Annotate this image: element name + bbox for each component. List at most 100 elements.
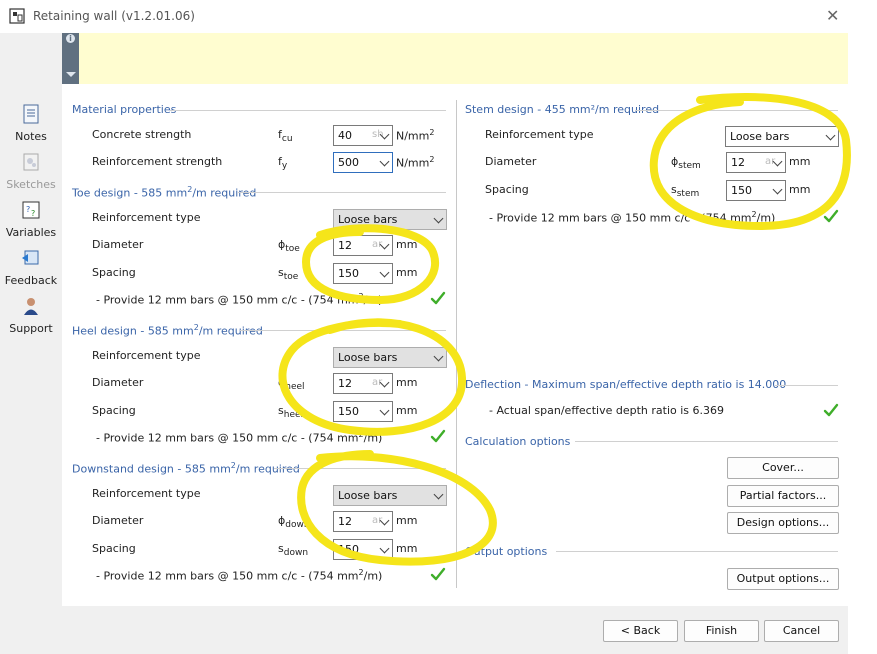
sidebar-item-support[interactable]: Support — [0, 295, 62, 335]
chevron-down-icon — [379, 543, 390, 554]
concrete-strength-select[interactable]: 40 sh — [333, 125, 393, 146]
downstand-spacing-symbol: sdown — [278, 542, 309, 559]
stem-spacing-select[interactable]: 150 — [726, 180, 786, 201]
toe-diameter-value: 12 — [338, 239, 352, 252]
heel-result-message: - Provide 12 mm bars @ 150 mm c/c - (754… — [96, 430, 383, 445]
variables-icon: ? ? — [22, 201, 40, 219]
stem-diameter-unit: mm — [789, 155, 811, 168]
close-button[interactable]: ✕ — [826, 6, 839, 25]
svg-text:?: ? — [31, 209, 35, 218]
cover-button[interactable]: Cover... — [727, 457, 839, 479]
heel-diameter-label: Diameter — [92, 376, 144, 389]
downstand-diameter-symbol: ϕdown — [278, 514, 310, 531]
toe-diameter-select[interactable]: 12 ar — [333, 235, 393, 256]
check-icon — [823, 403, 839, 417]
heel-type-value: Loose bars — [338, 351, 398, 364]
downstand-result-message: - Provide 12 mm bars @ 150 mm c/c - (754… — [96, 568, 383, 583]
cancel-button[interactable]: Cancel — [764, 620, 839, 642]
toe-spacing-unit: mm — [396, 266, 418, 279]
heel-spacing-label: Spacing — [92, 404, 136, 417]
heel-spacing-symbol: sheel — [278, 404, 304, 421]
downstand-type-select[interactable]: Loose bars — [333, 485, 447, 506]
toe-diameter-symbol: ϕtoe — [278, 238, 300, 255]
stem-spacing-value: 150 — [731, 184, 752, 197]
reinforcement-strength-select[interactable]: 500 — [333, 152, 393, 173]
app-icon — [9, 8, 25, 24]
sidebar: Notes Sketches ? ? Variables Feedback Su… — [0, 33, 62, 606]
sidebar-item-sketches: Sketches — [0, 151, 62, 191]
downstand-diameter-select[interactable]: 12 ar — [333, 511, 393, 532]
support-icon — [24, 298, 38, 315]
partial-factors-button[interactable]: Partial factors... — [727, 485, 839, 507]
design-options-button[interactable]: Design options... — [727, 512, 839, 534]
sidebar-item-label: Notes — [15, 130, 47, 143]
check-icon — [430, 567, 446, 581]
deflection-section-title: Deflection - Maximum span/effective dept… — [465, 378, 787, 391]
sidebar-item-label: Variables — [5, 226, 57, 239]
toe-type-value: Loose bars — [338, 213, 398, 226]
chevron-down-icon — [433, 489, 444, 500]
heel-diameter-unit: mm — [396, 376, 418, 389]
svg-text:?: ? — [26, 205, 30, 214]
downstand-section-title: Downstand design - 585 mm2/m required — [72, 461, 300, 476]
calculation-section-title: Calculation options — [465, 435, 571, 448]
section-divider — [635, 110, 838, 111]
finish-button[interactable]: Finish — [684, 620, 759, 642]
toe-spacing-select[interactable]: 150 — [333, 263, 393, 284]
chevron-down-icon — [772, 184, 783, 195]
output-section-title: Output options — [465, 545, 548, 558]
downstand-spacing-label: Spacing — [92, 542, 136, 555]
toe-type-select[interactable]: Loose bars — [333, 209, 447, 230]
sidebar-item-label: Support — [9, 322, 53, 335]
downstand-spacing-value: 150 — [338, 543, 359, 556]
heel-diameter-select[interactable]: 12 ar — [333, 373, 393, 394]
sidebar-item-feedback[interactable]: Feedback — [0, 247, 62, 287]
downstand-spacing-unit: mm — [396, 542, 418, 555]
reinforcement-unit: N/mm2 — [396, 155, 435, 170]
reinforcement-symbol: fy — [278, 155, 288, 172]
downstand-spacing-select[interactable]: 150 — [333, 539, 393, 560]
check-icon — [430, 291, 446, 305]
concrete-symbol: fcu — [278, 128, 293, 145]
chevron-down-icon — [433, 213, 444, 224]
column-divider — [456, 100, 457, 588]
output-options-button[interactable]: Output options... — [727, 568, 839, 590]
material-section-title: Material properties — [72, 103, 177, 116]
section-divider — [556, 551, 838, 552]
downstand-diameter-value: 12 — [338, 515, 352, 528]
sidebar-item-label: Sketches — [6, 178, 56, 191]
section-divider — [274, 468, 446, 469]
check-icon — [430, 429, 446, 443]
concrete-strength-label: Concrete strength — [92, 128, 192, 141]
collapse-arrow-icon[interactable] — [66, 72, 76, 77]
toe-spacing-label: Spacing — [92, 266, 136, 279]
info-panel — [79, 33, 848, 84]
deflection-result-message: - Actual span/effective depth ratio is 6… — [489, 404, 725, 417]
stem-spacing-label: Spacing — [485, 183, 529, 196]
heel-diameter-value: 12 — [338, 377, 352, 390]
stem-type-label: Reinforcement type — [485, 128, 594, 141]
downstand-type-value: Loose bars — [338, 489, 398, 502]
reinforcement-strength-label: Reinforcement strength — [92, 155, 223, 168]
chevron-down-icon — [379, 405, 390, 416]
downstand-diameter-label: Diameter — [92, 514, 144, 527]
heel-type-label: Reinforcement type — [92, 349, 201, 362]
toe-type-label: Reinforcement type — [92, 211, 201, 224]
sidebar-item-variables[interactable]: ? ? Variables — [0, 199, 62, 239]
section-divider — [238, 192, 446, 193]
stem-section-title: Stem design - 455 mm²/m required — [465, 103, 660, 116]
stem-diameter-select[interactable]: 12 ar — [726, 152, 786, 173]
toe-spacing-symbol: stoe — [278, 266, 299, 283]
chevron-down-icon — [379, 156, 390, 167]
section-divider — [775, 385, 838, 386]
heel-type-select[interactable]: Loose bars — [333, 347, 447, 368]
info-icon: i — [66, 34, 75, 43]
downstand-type-label: Reinforcement type — [92, 487, 201, 500]
feedback-icon — [22, 250, 39, 265]
stem-type-select[interactable]: Loose bars — [725, 126, 839, 147]
sidebar-item-label: Feedback — [4, 274, 58, 287]
sidebar-item-notes[interactable]: Notes — [0, 103, 62, 143]
stem-result-message: - Provide 12 mm bars @ 150 mm c/c - (754… — [489, 210, 776, 225]
back-button[interactable]: < Back — [603, 620, 678, 642]
heel-spacing-select[interactable]: 150 — [333, 401, 393, 422]
